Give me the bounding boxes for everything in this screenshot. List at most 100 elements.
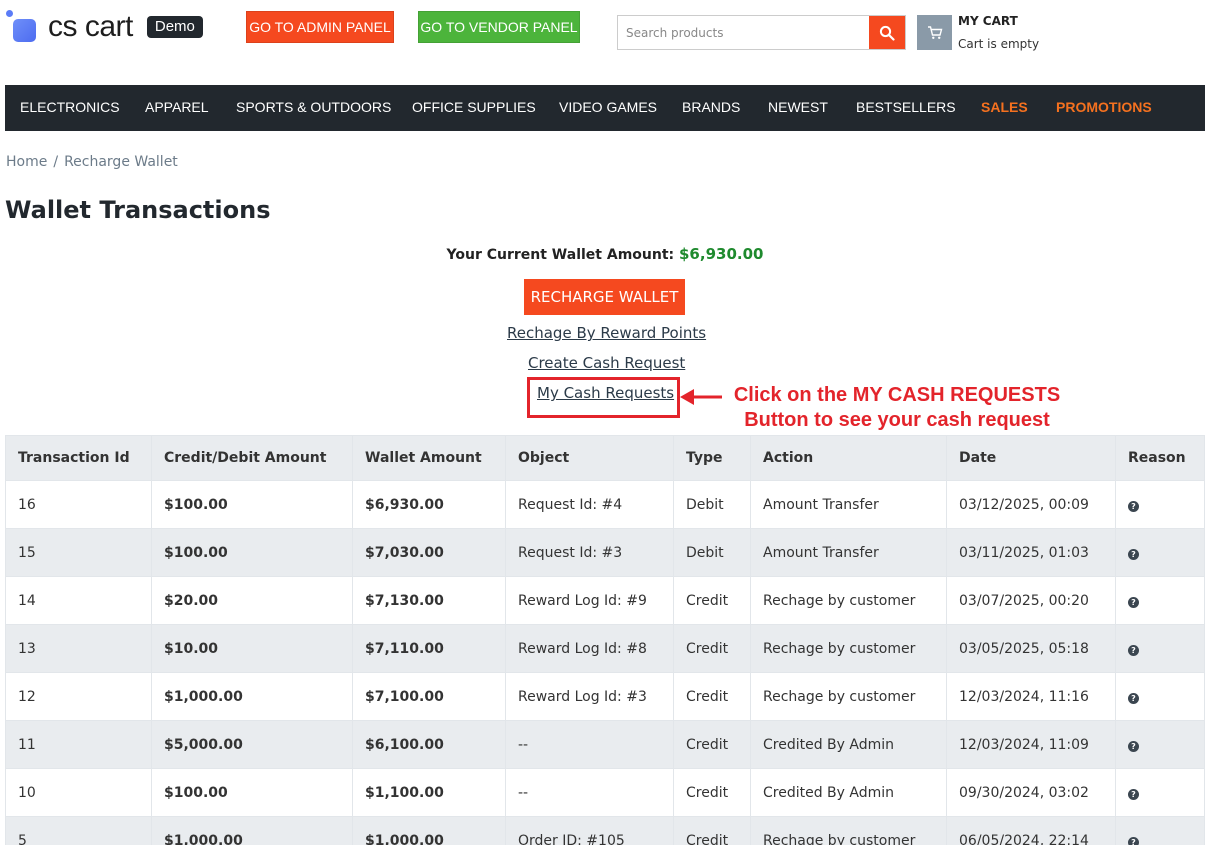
cell-reason: ? — [1115, 672, 1205, 721]
table-row: 16 $100.00 $6,930.00 Request Id: #4 Debi… — [5, 480, 1205, 529]
wallet-amount-label: Your Current Wallet Amount: — [446, 247, 675, 263]
cell-amount: $1,000.00 — [151, 816, 353, 845]
cell-object: Reward Log Id: #9 — [505, 576, 674, 625]
logo-mark-icon — [6, 10, 38, 44]
cell-object: Order ID: #105 — [505, 816, 674, 845]
cell-action: Credited By Admin — [750, 768, 947, 817]
table-row: 14 $20.00 $7,130.00 Reward Log Id: #9 Cr… — [5, 576, 1205, 625]
column-header-action[interactable]: Action — [750, 435, 947, 481]
question-icon[interactable]: ? — [1128, 788, 1139, 800]
cart-status: Cart is empty — [958, 37, 1040, 51]
nav-item-video-games[interactable]: VIDEO GAMES — [559, 99, 657, 115]
cell-transaction-id: 5 — [5, 816, 152, 845]
annotation-text: Click on the MY CASH REQUESTS Button to … — [722, 383, 1072, 433]
column-header-wallet-amount[interactable]: Wallet Amount — [352, 435, 506, 481]
table-row: 10 $100.00 $1,100.00 -- Credit Credited … — [5, 768, 1205, 817]
logo-text: cs cart — [48, 10, 133, 43]
nav-item-electronics[interactable]: ELECTRONICS — [20, 99, 120, 115]
cell-date: 03/11/2025, 01:03 — [946, 528, 1116, 577]
cell-action: Rechage by customer — [750, 672, 947, 721]
table-row: 5 $1,000.00 $1,000.00 Order ID: #105 Cre… — [5, 816, 1205, 845]
recharge-by-reward-points-link[interactable]: Rechage By Reward Points — [507, 324, 706, 342]
cell-amount: $20.00 — [151, 576, 353, 625]
question-icon[interactable]: ? — [1128, 644, 1139, 656]
annotation-arrow-icon — [680, 389, 722, 405]
annotation-highlight-box — [527, 377, 680, 418]
table-row: 13 $10.00 $7,110.00 Reward Log Id: #8 Cr… — [5, 624, 1205, 673]
question-icon[interactable]: ? — [1128, 836, 1139, 845]
cell-type: Credit — [673, 672, 751, 721]
nav-item-apparel[interactable]: APPAREL — [145, 99, 209, 115]
search-button[interactable] — [869, 16, 905, 49]
annotation-line-2: Button to see your cash request — [744, 409, 1050, 431]
demo-badge: Demo — [146, 16, 203, 38]
cell-object: Reward Log Id: #8 — [505, 624, 674, 673]
cell-reason: ? — [1115, 480, 1205, 529]
cell-date: 12/03/2024, 11:16 — [946, 672, 1116, 721]
cell-reason: ? — [1115, 528, 1205, 577]
table-row: 11 $5,000.00 $6,100.00 -- Credit Credite… — [5, 720, 1205, 769]
nav-item-office-supplies[interactable]: OFFICE SUPPLIES — [412, 99, 536, 115]
cell-date: 03/12/2025, 00:09 — [946, 480, 1116, 529]
column-header-date[interactable]: Date — [946, 435, 1116, 481]
go-to-admin-panel-button[interactable]: GO TO ADMIN PANEL — [246, 11, 394, 43]
question-icon[interactable]: ? — [1128, 692, 1139, 704]
annotation-line-1: Click on the MY CASH REQUESTS — [733, 384, 1061, 406]
nav-item-promotions[interactable]: PROMOTIONS — [1056, 99, 1152, 115]
column-header-credit-debit-amount[interactable]: Credit/Debit Amount — [151, 435, 353, 481]
cell-transaction-id: 14 — [5, 576, 152, 625]
cell-action: Credited By Admin — [750, 720, 947, 769]
breadcrumb-home[interactable]: Home — [6, 154, 47, 170]
cell-action: Amount Transfer — [750, 480, 947, 529]
cell-wallet-amount: $1,000.00 — [352, 816, 506, 845]
column-header-object[interactable]: Object — [505, 435, 674, 481]
go-to-vendor-panel-button[interactable]: GO TO VENDOR PANEL — [418, 11, 580, 43]
nav-item-sports-outdoors[interactable]: SPORTS & OUTDOORS — [236, 99, 391, 115]
cell-type: Debit — [673, 528, 751, 577]
nav-item-brands[interactable]: BRANDS — [682, 99, 740, 115]
cell-type: Credit — [673, 816, 751, 845]
create-cash-request-link[interactable]: Create Cash Request — [528, 354, 685, 372]
question-icon[interactable]: ? — [1128, 740, 1139, 752]
cell-wallet-amount: $7,100.00 — [352, 672, 506, 721]
cart-title[interactable]: MY CART — [958, 14, 1018, 28]
cell-type: Credit — [673, 720, 751, 769]
cell-object: -- — [505, 768, 674, 817]
cell-reason: ? — [1115, 576, 1205, 625]
question-icon[interactable]: ? — [1128, 548, 1139, 560]
cart-button[interactable] — [917, 15, 952, 50]
cell-wallet-amount: $1,100.00 — [352, 768, 506, 817]
cell-object: Reward Log Id: #3 — [505, 672, 674, 721]
question-icon[interactable]: ? — [1128, 596, 1139, 608]
breadcrumb-separator: / — [53, 154, 59, 170]
logo[interactable]: cs cart Demo — [6, 10, 203, 44]
main-nav: ELECTRONICS APPAREL SPORTS & OUTDOORS OF… — [5, 85, 1205, 131]
question-icon[interactable]: ? — [1128, 500, 1139, 512]
nav-item-bestsellers[interactable]: BESTSELLERS — [856, 99, 956, 115]
column-header-type[interactable]: Type — [673, 435, 751, 481]
cell-action: Rechage by customer — [750, 576, 947, 625]
search-icon — [879, 25, 895, 41]
table-row: 12 $1,000.00 $7,100.00 Reward Log Id: #3… — [5, 672, 1205, 721]
wallet-amount-value: $6,930.00 — [679, 245, 764, 263]
column-header-reason[interactable]: Reason — [1115, 435, 1205, 481]
column-header-transaction-id[interactable]: Transaction Id — [5, 435, 152, 481]
cell-date: 06/05/2024, 22:14 — [946, 816, 1116, 845]
nav-item-sales[interactable]: SALES — [981, 99, 1028, 115]
cell-amount: $5,000.00 — [151, 720, 353, 769]
nav-item-newest[interactable]: NEWEST — [768, 99, 828, 115]
cell-wallet-amount: $6,930.00 — [352, 480, 506, 529]
search-input[interactable] — [618, 16, 869, 49]
cell-reason: ? — [1115, 816, 1205, 845]
cell-date: 09/30/2024, 03:02 — [946, 768, 1116, 817]
cell-amount: $100.00 — [151, 768, 353, 817]
cell-reason: ? — [1115, 624, 1205, 673]
cell-type: Credit — [673, 576, 751, 625]
cell-type: Debit — [673, 480, 751, 529]
recharge-wallet-button[interactable]: RECHARGE WALLET — [524, 279, 685, 315]
table-row: 15 $100.00 $7,030.00 Request Id: #3 Debi… — [5, 528, 1205, 577]
cell-transaction-id: 13 — [5, 624, 152, 673]
cell-action: Amount Transfer — [750, 528, 947, 577]
cell-wallet-amount: $7,030.00 — [352, 528, 506, 577]
cell-date: 03/07/2025, 00:20 — [946, 576, 1116, 625]
